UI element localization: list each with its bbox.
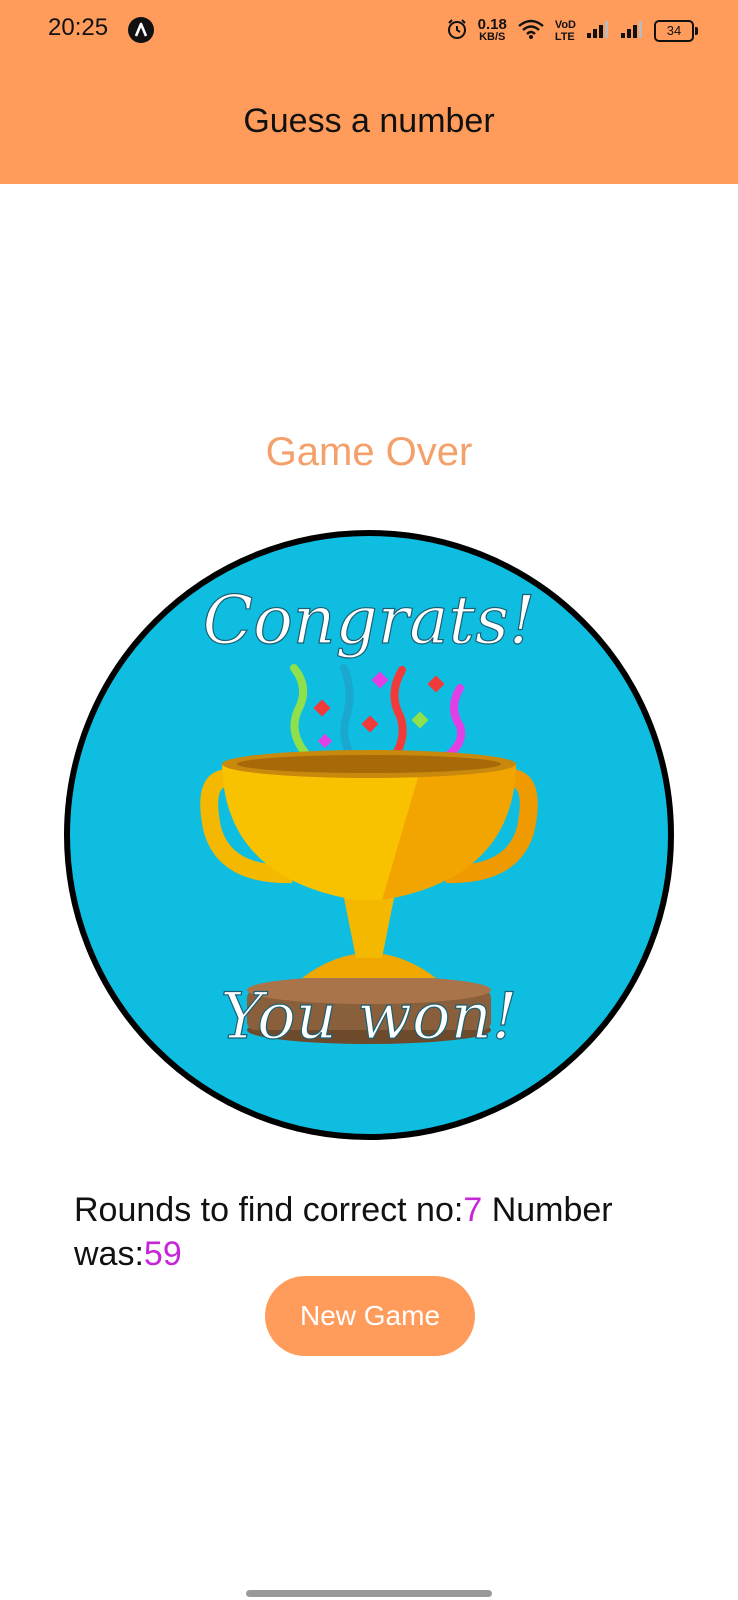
result-summary: Rounds to find correct no:7 Number was:5… — [74, 1188, 684, 1276]
app-screen: 20:25 0.18 KB/S VoD LTE 34 Guess a numbe… — [0, 0, 738, 1600]
congrats-text: Congrats! — [203, 582, 536, 659]
network-speed-unit: KB/S — [479, 31, 506, 43]
rounds-label: Rounds to find correct no: — [74, 1191, 464, 1229]
app-notification-icon — [128, 17, 154, 43]
signal-icon — [620, 19, 644, 44]
status-icons: 0.18 KB/S VoD LTE 34 — [446, 14, 698, 48]
status-bar: 20:25 0.18 KB/S VoD LTE 34 — [0, 0, 738, 60]
wifi-icon — [517, 18, 545, 45]
alarm-icon — [446, 18, 468, 45]
volte-bottom-label: LTE — [554, 31, 575, 43]
game-over-heading: Game Over — [265, 430, 473, 474]
new-game-button[interactable]: New Game — [265, 1276, 475, 1356]
header-title: Guess a number — [243, 102, 495, 140]
number-value: 59 — [143, 1235, 182, 1273]
network-speed-value: 0.18 — [477, 16, 507, 33]
battery-icon: 34 — [654, 20, 698, 42]
home-indicator[interactable] — [246, 1590, 492, 1597]
volte-indicator: VoD LTE — [555, 19, 576, 43]
congrats-trophy-image: Congrats! You won! — [62, 528, 676, 1142]
app-header: 20:25 0.18 KB/S VoD LTE 34 Guess a numbe… — [0, 0, 738, 184]
battery-level: 34 — [666, 23, 682, 38]
signal-icon — [586, 19, 610, 44]
network-speed: 0.18 KB/S — [477, 16, 507, 44]
rounds-value: 7 — [463, 1191, 483, 1229]
volte-top-label: VoD — [554, 19, 576, 31]
status-time: 20:25 — [48, 14, 109, 41]
you-won-text: You won! — [220, 980, 517, 1054]
